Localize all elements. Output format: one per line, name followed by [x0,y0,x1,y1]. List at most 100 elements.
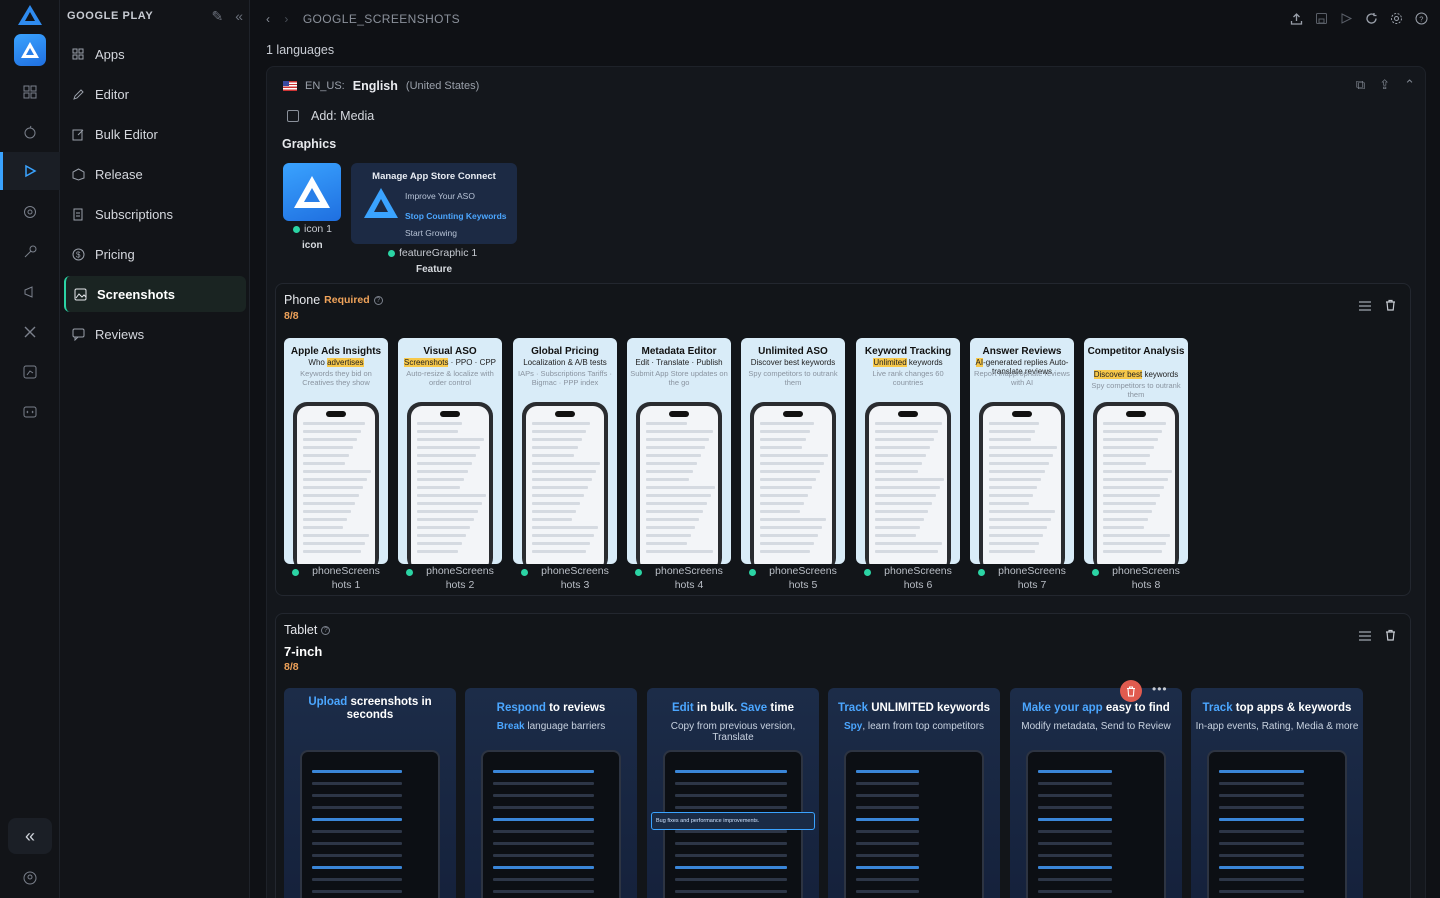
apple-icon[interactable] [20,122,40,142]
screen-row [1103,526,1144,529]
phone-screenshot-tile[interactable]: Metadata Editor Edit · Translate · Publis… [627,338,731,564]
screen-row [856,806,919,809]
headline-text: top apps & keywords [1232,702,1352,714]
shot-file-name: phoneScreens [426,565,494,577]
status-dot [293,225,300,233]
sidebar-item-pricing[interactable]: $ Pricing [64,236,246,272]
trash-icon[interactable] [1385,628,1396,646]
code-icon[interactable] [20,402,40,422]
grid-icon[interactable] [20,82,40,102]
current-app-avatar[interactable] [14,34,46,66]
phone-screenshot-tile[interactable]: Global Pricing Localization & A/B tests IA… [513,338,617,564]
screen-row [760,438,806,441]
screen-row [1038,794,1112,797]
screen-row [493,806,594,809]
screen-row [1219,806,1304,809]
account-icon[interactable] [20,868,40,888]
screen-row [303,502,355,505]
tablet-screenshot-tile[interactable]: Upload screenshots in seconds [284,688,456,898]
screen-row [417,454,476,457]
phone-screenshot-tile[interactable]: Apple Ads Insights Who advertises Keywords… [284,338,388,564]
chart-icon[interactable] [20,362,40,382]
screen-row [493,782,594,785]
screen-row [646,438,709,441]
shot-sub-b: keywords [906,358,943,367]
tablet-screenshot-tile[interactable]: Respond to reviews Break language barrier… [465,688,637,898]
send-icon[interactable] [1340,12,1353,25]
trash-icon[interactable] [1385,298,1396,316]
screen-row [646,430,713,433]
shot-headline: Visual ASO [423,346,477,357]
phone-screenshot-tile[interactable]: Unlimited ASO Discover best keywords Spy c… [741,338,845,564]
forward-chevron-icon[interactable]: › [284,12,288,26]
help-icon[interactable]: ? [373,295,383,305]
key-icon[interactable] [20,242,40,262]
shot-sub-b: keywords [1142,370,1179,379]
shot-sub-a: AI [975,358,984,367]
shot-headline: Apple Ads Insights [290,346,382,357]
tools-icon[interactable] [20,322,40,342]
app-logo-icon[interactable] [17,4,43,26]
upload-icon[interactable] [1290,12,1303,25]
settings-icon[interactable] [1390,12,1403,25]
chevron-up-icon[interactable]: ⌃ [1404,77,1415,93]
top-bar: ‹ › GOOGLE_SCREENSHOTS ? [250,0,1440,40]
screen-row [303,470,371,473]
phone-screenshot-tile[interactable]: Competitor Analysis Discover best keyword… [1084,338,1188,564]
more-options-icon[interactable]: ••• [1152,682,1168,696]
copy-icon[interactable]: ⧉ [1356,77,1365,93]
menu-icon[interactable] [1359,298,1371,316]
tablet-screenshot-tile[interactable]: Make your app easy to find Modify metadat… [1010,688,1182,898]
phone-section-title: Phone Required ? [284,293,383,307]
phone-title: Phone [284,293,321,307]
locale-header[interactable]: EN_US: English (United States) [283,79,479,93]
phone-notch [669,411,689,417]
screen-row [646,454,701,457]
collapse-icon[interactable]: « [235,8,243,25]
shot-caption: Submit App Store updates on the go [630,369,728,387]
tablet-screenshot-tile[interactable]: Track UNLIMITED keywords Spy, learn from … [828,688,1000,898]
help-icon[interactable]: ? [321,625,331,635]
menu-icon[interactable] [1359,628,1371,646]
phone-screenshot-tile[interactable]: Visual ASO Screenshots · PPO · CPP Auto-re… [398,338,502,564]
screen-row [1038,866,1112,869]
top-toolbar: ? [1290,12,1428,25]
export-icon[interactable]: ⇪ [1379,77,1390,93]
pen-icon[interactable]: ✎ [211,8,223,25]
collapse-sidebar-button[interactable]: « [8,818,52,854]
phone-screenshot-tile[interactable]: Answer Reviews AI-generated replies Auto-… [970,338,1074,564]
tablet-shot-subline: Spy, learn from top competitors [832,721,996,732]
screen-row [646,462,697,465]
app-icon-tile[interactable] [283,163,341,221]
phone-device-mockup [293,402,379,564]
phone-screenshot-tile[interactable]: Keyword Tracking Unlimited keywords Live r… [856,338,960,564]
screen-row [493,770,594,773]
screen-row [875,470,918,473]
sidebar-item-release[interactable]: Release [64,156,246,192]
back-chevron-icon[interactable]: ‹ [266,12,270,26]
target-icon[interactable] [20,202,40,222]
add-media-button[interactable]: Add: Media [287,109,374,123]
play-icon[interactable] [20,161,40,181]
tablet-shot-subline: Break language barriers [469,721,633,732]
help-icon[interactable]: ? [1415,12,1428,25]
sidebar-item-apps[interactable]: Apps [64,36,246,72]
save-icon[interactable] [1315,12,1328,25]
tablet-screenshot-tile[interactable]: Track top apps & keywords In-app events, … [1191,688,1363,898]
sidebar-item-editor[interactable]: Editor [64,76,246,112]
shot-sub-a: Discover best [1093,370,1143,379]
sidebar-item-subscriptions[interactable]: Subscriptions [64,196,246,232]
delete-screenshot-button[interactable] [1120,680,1142,702]
app-logo-icon [294,176,330,208]
locale-panel: EN_US: English (United States) ⧉ ⇪ ⌃ Add… [266,66,1426,898]
feature-graphic-tile[interactable]: Manage App Store Connect Improve Your AS… [351,163,517,244]
phone-screen [754,406,832,564]
refresh-icon[interactable] [1365,12,1378,25]
megaphone-icon[interactable] [20,282,40,302]
sidebar-item-bulk-editor[interactable]: Bulk Editor [64,116,246,152]
sidebar-item-screenshots[interactable]: Screenshots [64,276,246,312]
tablet-screenshot-tile[interactable]: Edit in bulk. Save time Copy from previou… [647,688,819,898]
sidebar-item-label: Bulk Editor [95,126,158,142]
sidebar-item-reviews[interactable]: Reviews [64,316,246,352]
screen-row [989,438,1031,441]
